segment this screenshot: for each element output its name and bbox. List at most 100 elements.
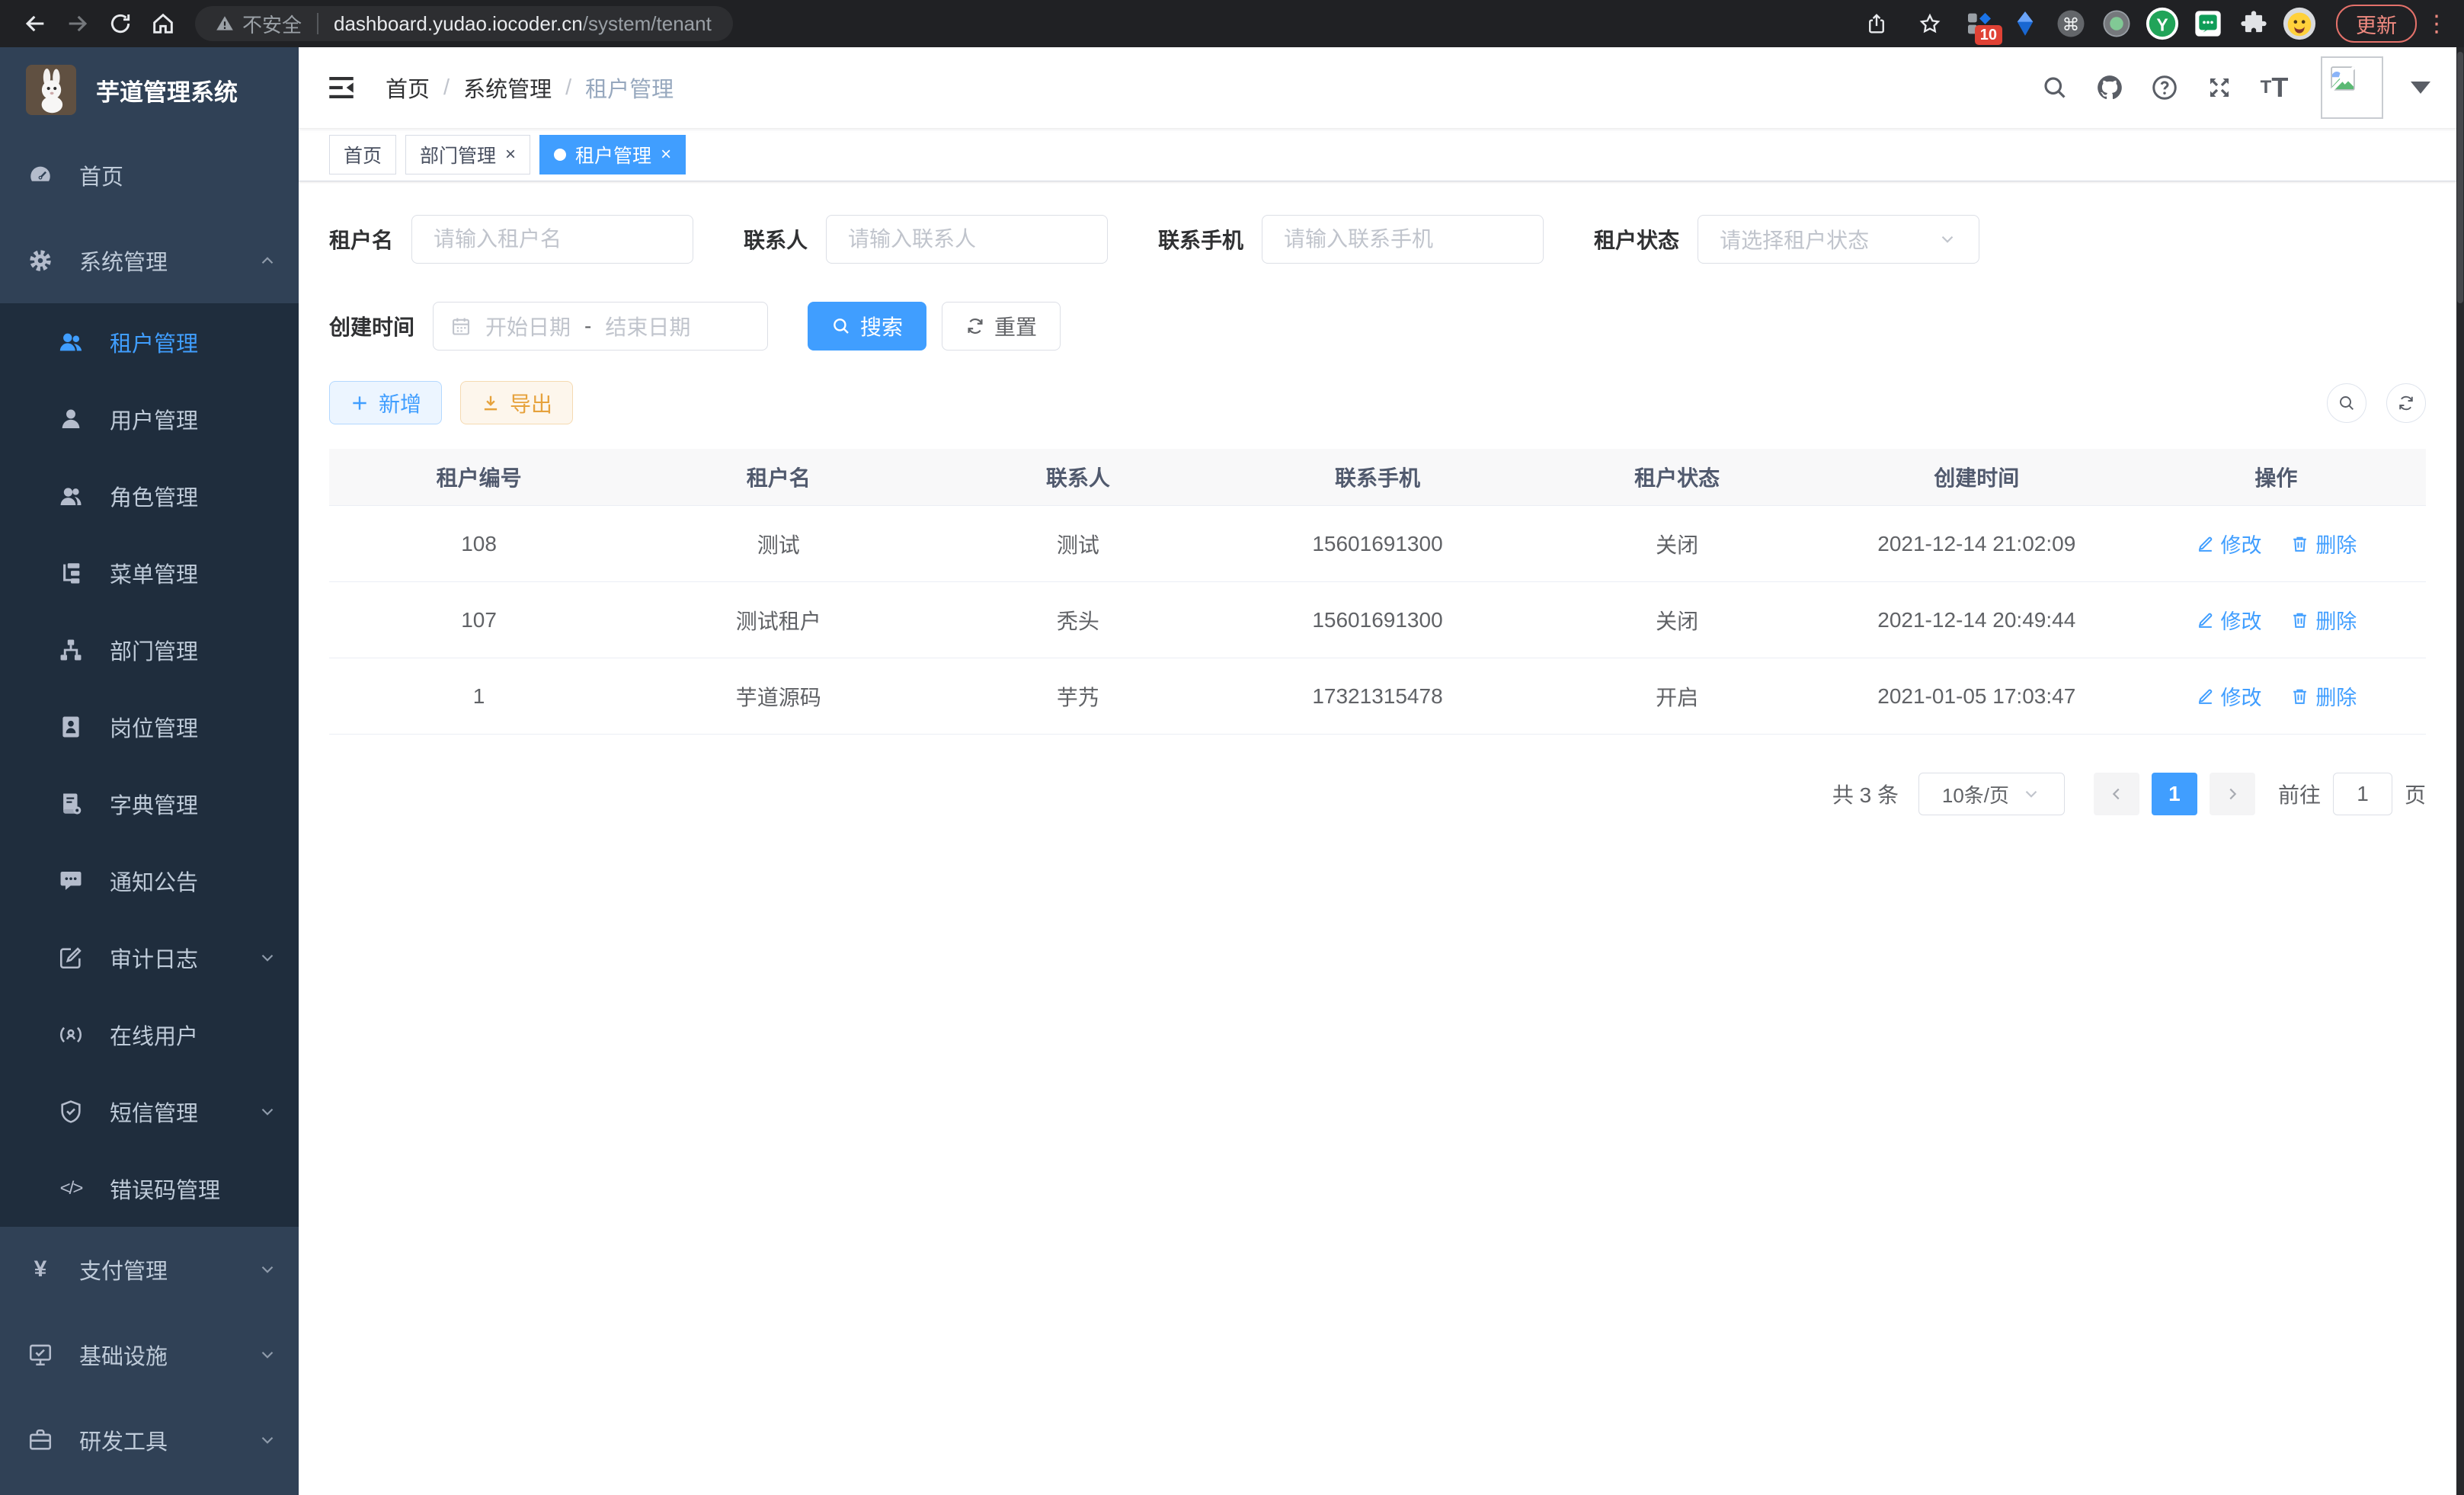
phone-label: 联系手机 [1158,224,1243,255]
payment-yen-icon: ¥ [27,1257,53,1282]
address-bar[interactable]: 不安全 dashboard.yudao.iocoder.cn/system/te… [195,6,733,41]
hamburger-icon[interactable] [325,71,358,104]
close-icon[interactable]: × [505,146,516,164]
sidebar-item-audit-log[interactable]: 审计日志 [0,919,299,996]
sidebar-item-menu-management[interactable]: 菜单管理 [0,534,299,611]
prev-page-button[interactable] [2094,773,2139,815]
breadcrumb-home[interactable]: 首页 [386,72,430,104]
tenant-name-input[interactable] [434,227,671,251]
search-button[interactable]: 搜索 [808,302,926,351]
search-icon[interactable] [2033,66,2077,110]
date-end-placeholder[interactable]: 结束日期 [605,311,690,341]
toggle-search-button[interactable] [2327,383,2366,423]
sidebar-item-notice-announcement[interactable]: 通知公告 [0,842,299,919]
browser-update-button[interactable]: 更新 [2336,5,2417,43]
add-button[interactable]: 新增 [329,381,442,424]
status-select[interactable]: 请选择租户状态 [1698,215,1979,264]
filter-row-2: 创建时间 开始日期 - 结束日期 搜索 重置 [329,302,2426,351]
sidebar-item-post-management[interactable]: 岗位管理 [0,688,299,765]
share-icon[interactable] [1853,5,1900,42]
sidebar-item-system-management[interactable]: 系统管理 [0,218,299,303]
sidebar-item-home[interactable]: 首页 [0,133,299,218]
sidebar-item-payment-management[interactable]: ¥ 支付管理 [0,1227,299,1312]
delete-link[interactable]: 删除 [2290,529,2357,559]
breadcrumb-separator: / [443,75,450,101]
page-scrollbar[interactable] [2456,47,2464,1495]
sidebar-item-sms-management[interactable]: 短信管理 [0,1073,299,1150]
menu-tree-icon [58,560,84,586]
bookmark-star-icon[interactable] [1906,5,1954,42]
back-icon[interactable] [14,5,56,42]
home-icon[interactable] [142,5,184,42]
forward-icon[interactable] [56,5,99,42]
help-icon[interactable] [2142,66,2187,110]
dev-tools-icon [27,1427,53,1453]
tab-tenant-management[interactable]: 租户管理 × [539,135,686,174]
tab-dept-management[interactable]: 部门管理 × [405,135,530,174]
date-start-placeholder[interactable]: 开始日期 [485,311,571,341]
contact-input[interactable] [848,227,1086,251]
announcement-icon [58,868,84,894]
puzzle-extensions-icon[interactable] [2234,4,2274,43]
delete-link[interactable]: 删除 [2290,605,2357,635]
emoji-avatar-icon[interactable] [2280,4,2319,43]
page-number-button[interactable]: 1 [2152,773,2197,815]
page-url[interactable]: dashboard.yudao.iocoder.cn/system/tenant [334,12,712,36]
sidebar-item-online-users[interactable]: 在线用户 [0,996,299,1073]
extension-grid-icon[interactable]: 10 [1960,4,1999,43]
sidebar-item-infrastructure[interactable]: 基础设施 [0,1312,299,1397]
sidebar-item-dev-tools[interactable]: 研发工具 [0,1397,299,1483]
status-text: 开启 [1528,658,1827,735]
pagination-jumper: 前往 页 [2278,773,2426,815]
pagination: 共 3 条 10条/页 1 前往 页 [329,773,2426,815]
chevron-down-icon [2021,784,2041,804]
security-warning[interactable]: 不安全 [215,10,302,38]
tab-home[interactable]: 首页 [329,135,396,174]
scrollbar-thumb[interactable] [2457,52,2463,303]
date-range-picker[interactable]: 开始日期 - 结束日期 [433,302,768,351]
app-logo[interactable]: 芋道管理系统 [0,47,299,133]
sidebar-item-dept-management[interactable]: 部门管理 [0,611,299,688]
edit-link[interactable]: 修改 [2196,605,2262,635]
yudao-extension-icon[interactable]: Y [2142,4,2182,43]
tags-view-bar: 首页 部门管理 × 租户管理 × [299,129,2456,181]
export-button[interactable]: 导出 [460,381,573,424]
filter-create-time: 创建时间 开始日期 - 结束日期 [329,302,768,351]
font-size-icon[interactable]: TT [2252,66,2296,110]
fullscreen-icon[interactable] [2197,66,2242,110]
plus-icon [350,393,370,413]
breadcrumb: 首页 / 系统管理 / 租户管理 [386,72,674,104]
delete-link[interactable]: 删除 [2290,681,2357,711]
chevron-down-icon [258,1430,277,1450]
goto-page-input[interactable] [2333,773,2392,815]
col-phone: 联系手机 [1227,449,1527,506]
sidebar-item-role-management[interactable]: 角色管理 [0,457,299,534]
reset-button[interactable]: 重置 [942,302,1061,351]
browser-menu-icon[interactable]: ⋮ [2423,11,2450,37]
download-icon [481,393,501,413]
app-title: 芋道管理系统 [96,73,238,107]
next-page-button[interactable] [2210,773,2255,815]
user-icon [58,406,84,432]
github-icon[interactable] [2088,66,2132,110]
reload-icon[interactable] [99,5,142,42]
sidebar-item-error-code-management[interactable]: </> 错误码管理 [0,1150,299,1227]
breadcrumb-system[interactable]: 系统管理 [463,72,552,104]
avatar[interactable] [2321,56,2383,119]
page-size-select[interactable]: 10条/页 [1918,773,2065,815]
sidebar-item-dict-management[interactable]: 字典管理 [0,765,299,842]
sidebar-item-tenant-management[interactable]: 租户管理 [0,303,299,380]
close-icon[interactable]: × [661,146,671,164]
refresh-table-button[interactable] [2386,383,2426,423]
phone-input[interactable] [1284,227,1522,251]
command-icon[interactable]: ⌘ [2051,4,2091,43]
kite-icon[interactable] [2005,4,2045,43]
edit-link[interactable]: 修改 [2196,529,2262,559]
dropdown-caret-icon[interactable] [2411,82,2430,94]
sidebar-item-user-management[interactable]: 用户管理 [0,380,299,457]
recorder-icon[interactable] [2097,4,2136,43]
col-status: 租户状态 [1528,449,1827,506]
chat-extension-icon[interactable] [2188,4,2228,43]
page-content: 租户名 联系人 联系手机 租户状态 请选择租户状态 [299,181,2456,849]
edit-link[interactable]: 修改 [2196,681,2262,711]
